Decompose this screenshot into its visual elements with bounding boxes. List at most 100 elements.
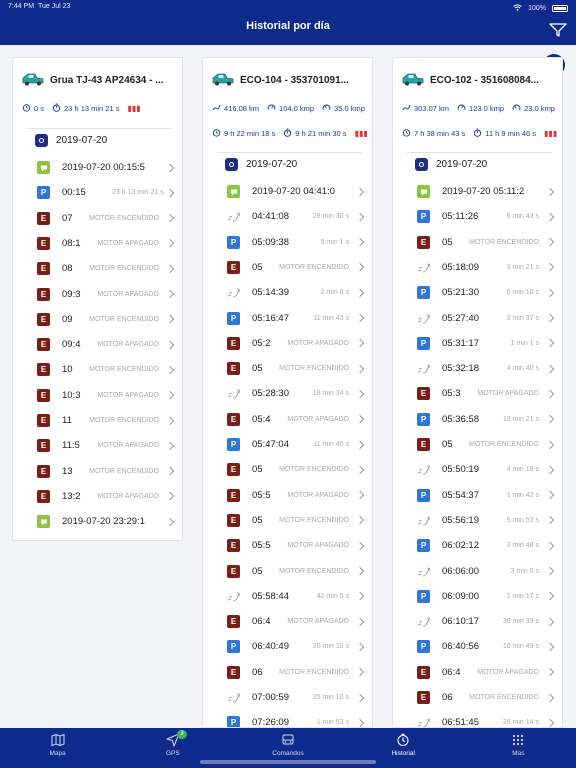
event-row[interactable]: P 06:40:49 20 min 10 s xyxy=(227,634,365,659)
event-row[interactable]: E 05:3 MOTOR APAGADO xyxy=(417,381,555,406)
tab-mas[interactable]: Mas xyxy=(461,728,576,768)
event-row[interactable]: E 10 MOTOR ENCENDIDO xyxy=(37,357,175,382)
event-row[interactable]: 06:51:45 26 min 14 s xyxy=(417,710,555,727)
parking-icon: P xyxy=(417,286,430,300)
date-header[interactable]: 2019-07-20 xyxy=(35,134,107,147)
stats-row-distance: 416.08 km 104.0 kmp 35.0 kmp xyxy=(212,103,365,114)
speed-icon xyxy=(457,103,466,114)
engine-event-icon: E xyxy=(37,489,50,503)
vehicle-name[interactable]: ECO-102 - 351608084... xyxy=(430,75,560,86)
event-row[interactable]: E 05 MOTOR ENCENDIDO xyxy=(227,255,365,280)
event-row[interactable]: 2019-07-20 23:29:1 xyxy=(37,509,175,534)
event-row[interactable]: P 05:47:04 11 min 40 s xyxy=(227,432,365,457)
event-row[interactable]: P 06:02:12 3 min 48 s xyxy=(417,533,555,558)
chevron-right-icon xyxy=(545,617,555,626)
event-time: 08:1 xyxy=(62,237,81,249)
event-time: 07:00:59 xyxy=(252,692,289,703)
vehicle-name[interactable]: Grua TJ-43 AP24634 - ... xyxy=(50,75,180,86)
event-row[interactable]: P 06:09:00 1 min 17 s xyxy=(417,584,555,609)
event-row[interactable]: E 05:5 MOTOR APAGADO xyxy=(227,483,365,508)
bar-chart-icon[interactable]: ▮▮▮ xyxy=(355,129,368,138)
event-row[interactable]: P 05:21:30 6 min 10 s xyxy=(417,280,555,305)
event-row[interactable]: P 06:40:56 10 min 49 s xyxy=(417,634,555,659)
event-row[interactable]: P 05:54:37 1 min 42 s xyxy=(417,483,555,508)
event-row[interactable]: 05:56:19 5 min 53 s xyxy=(417,508,555,533)
event-row[interactable]: 06:06:00 3 min 0 s xyxy=(417,559,555,584)
event-row[interactable]: E 13 MOTOR ENCENDIDO xyxy=(37,459,175,484)
event-detail: 3 min 21 s xyxy=(506,263,539,271)
event-row[interactable]: P 05:09:38 5 min 1 s xyxy=(227,230,365,255)
event-detail: MOTOR ENCENDIDO xyxy=(89,265,159,273)
chevron-right-icon xyxy=(355,339,365,348)
event-row[interactable]: E 10:3 MOTOR APAGADO xyxy=(37,383,175,408)
tab-mapa[interactable]: Mapa xyxy=(0,728,115,768)
event-time: 05:36:58 xyxy=(442,413,479,425)
engine-event-icon: E xyxy=(37,287,50,301)
event-detail: MOTOR ENCENDIDO xyxy=(279,567,349,575)
event-detail: 5 min 1 s xyxy=(320,238,349,246)
event-row[interactable]: E 09:4 MOTOR APAGADO xyxy=(37,332,175,357)
event-row[interactable]: 05:27:40 3 min 37 s xyxy=(417,306,555,331)
divider xyxy=(27,128,172,129)
event-row[interactable]: P 05:11:26 6 min 43 s xyxy=(417,204,555,229)
event-row[interactable]: E 05 MOTOR ENCENDIDO xyxy=(417,432,555,457)
filter-button[interactable] xyxy=(548,22,568,38)
event-row[interactable]: 04:41:08 28 min 30 s xyxy=(227,204,365,229)
chevron-right-icon xyxy=(355,718,365,727)
event-detail: 1 min 53 s xyxy=(316,719,349,727)
event-row[interactable]: E 05:2 MOTOR APAGADO xyxy=(227,331,365,356)
event-row[interactable]: E 05 MOTOR ENCENDIDO xyxy=(227,457,365,482)
event-row[interactable]: P 05:31:17 1 min 1 s xyxy=(417,331,555,356)
chevron-right-icon xyxy=(165,264,175,273)
date-header[interactable]: 2019-07-20 xyxy=(225,158,297,171)
engine-event-icon: E xyxy=(37,211,50,225)
date-label: 2019-07-20 xyxy=(436,159,488,170)
event-row[interactable]: 2019-07-20 05:11:2 xyxy=(417,179,555,204)
event-row[interactable]: 05:32:18 4 min 40 s xyxy=(417,356,555,381)
event-row[interactable]: E 06:4 MOTOR APAGADO xyxy=(227,609,365,634)
event-row[interactable]: E 05 MOTOR ENCENDIDO xyxy=(417,230,555,255)
event-row[interactable]: E 08:1 MOTOR APAGADO xyxy=(37,231,175,256)
event-row[interactable]: E 06:4 MOTOR APAGADO xyxy=(417,660,555,685)
event-row[interactable]: 05:58:44 42 min 5 s xyxy=(227,584,365,609)
event-row[interactable]: E 06 MOTOR ENCENDIDO xyxy=(417,685,555,710)
event-detail: 1 min 1 s xyxy=(510,339,539,347)
event-row[interactable]: E 05:5 MOTOR APAGADO xyxy=(227,533,365,558)
event-time: 05:21:30 xyxy=(442,287,479,299)
event-row[interactable]: 06:10:17 30 min 39 s xyxy=(417,609,555,634)
event-row[interactable]: E 11 MOTOR ENCENDIDO xyxy=(37,408,175,433)
event-row[interactable]: E 05 MOTOR ENCENDIDO xyxy=(227,559,365,584)
event-row[interactable]: P 05:36:58 13 min 21 s xyxy=(417,407,555,432)
event-row[interactable]: 2019-07-20 04:41:0 xyxy=(227,179,365,204)
event-row[interactable]: P 00:15 23 h 13 min 21 s xyxy=(37,180,175,205)
event-row[interactable]: E 05 MOTOR ENCENDIDO xyxy=(227,508,365,533)
event-row[interactable]: E 08 MOTOR ENCENDIDO xyxy=(37,256,175,281)
event-row[interactable]: 05:28:30 18 min 34 s xyxy=(227,381,365,406)
event-detail: 5 min 53 s xyxy=(506,516,539,524)
event-row[interactable]: P 05:16:47 11 min 43 s xyxy=(227,306,365,331)
engine-event-icon: E xyxy=(227,513,240,527)
event-row[interactable]: P 07:26:09 1 min 53 s xyxy=(227,710,365,727)
event-time: 06:06:00 xyxy=(442,565,479,577)
distance-icon xyxy=(402,103,411,114)
bar-chart-icon[interactable]: ▮▮▮ xyxy=(127,104,140,113)
engine-event-icon: E xyxy=(417,665,430,679)
vehicle-name[interactable]: ECO-104 - 353701091... xyxy=(240,75,370,86)
stat-item: 35.0 kmp xyxy=(322,103,365,114)
bar-chart-icon[interactable]: ▮▮▮ xyxy=(544,129,557,138)
event-row[interactable]: 07:00:59 25 min 10 s xyxy=(227,685,365,710)
event-row[interactable]: 05:18:09 3 min 21 s xyxy=(417,255,555,280)
date-header[interactable]: 2019-07-20 xyxy=(415,158,487,171)
event-row[interactable]: 05:14:39 2 min 8 s xyxy=(227,280,365,305)
event-row[interactable]: E 06 MOTOR ENCENDIDO xyxy=(227,660,365,685)
event-row[interactable]: 05:50:19 4 min 18 s xyxy=(417,457,555,482)
event-row[interactable]: E 07 MOTOR ENCENDIDO xyxy=(37,206,175,231)
event-row[interactable]: E 09 MOTOR ENCENDIDO xyxy=(37,307,175,332)
event-start-icon xyxy=(37,161,50,174)
event-row[interactable]: E 13:2 MOTOR APAGADO xyxy=(37,484,175,509)
event-row[interactable]: E 05 MOTOR ENCENDIDO xyxy=(227,356,365,381)
event-row[interactable]: 2019-07-20 00:15:5 xyxy=(37,155,175,180)
event-row[interactable]: E 11:5 MOTOR APAGADO xyxy=(37,433,175,458)
event-row[interactable]: E 05:4 MOTOR APAGADO xyxy=(227,407,365,432)
event-row[interactable]: E 09:3 MOTOR APAGADO xyxy=(37,282,175,307)
